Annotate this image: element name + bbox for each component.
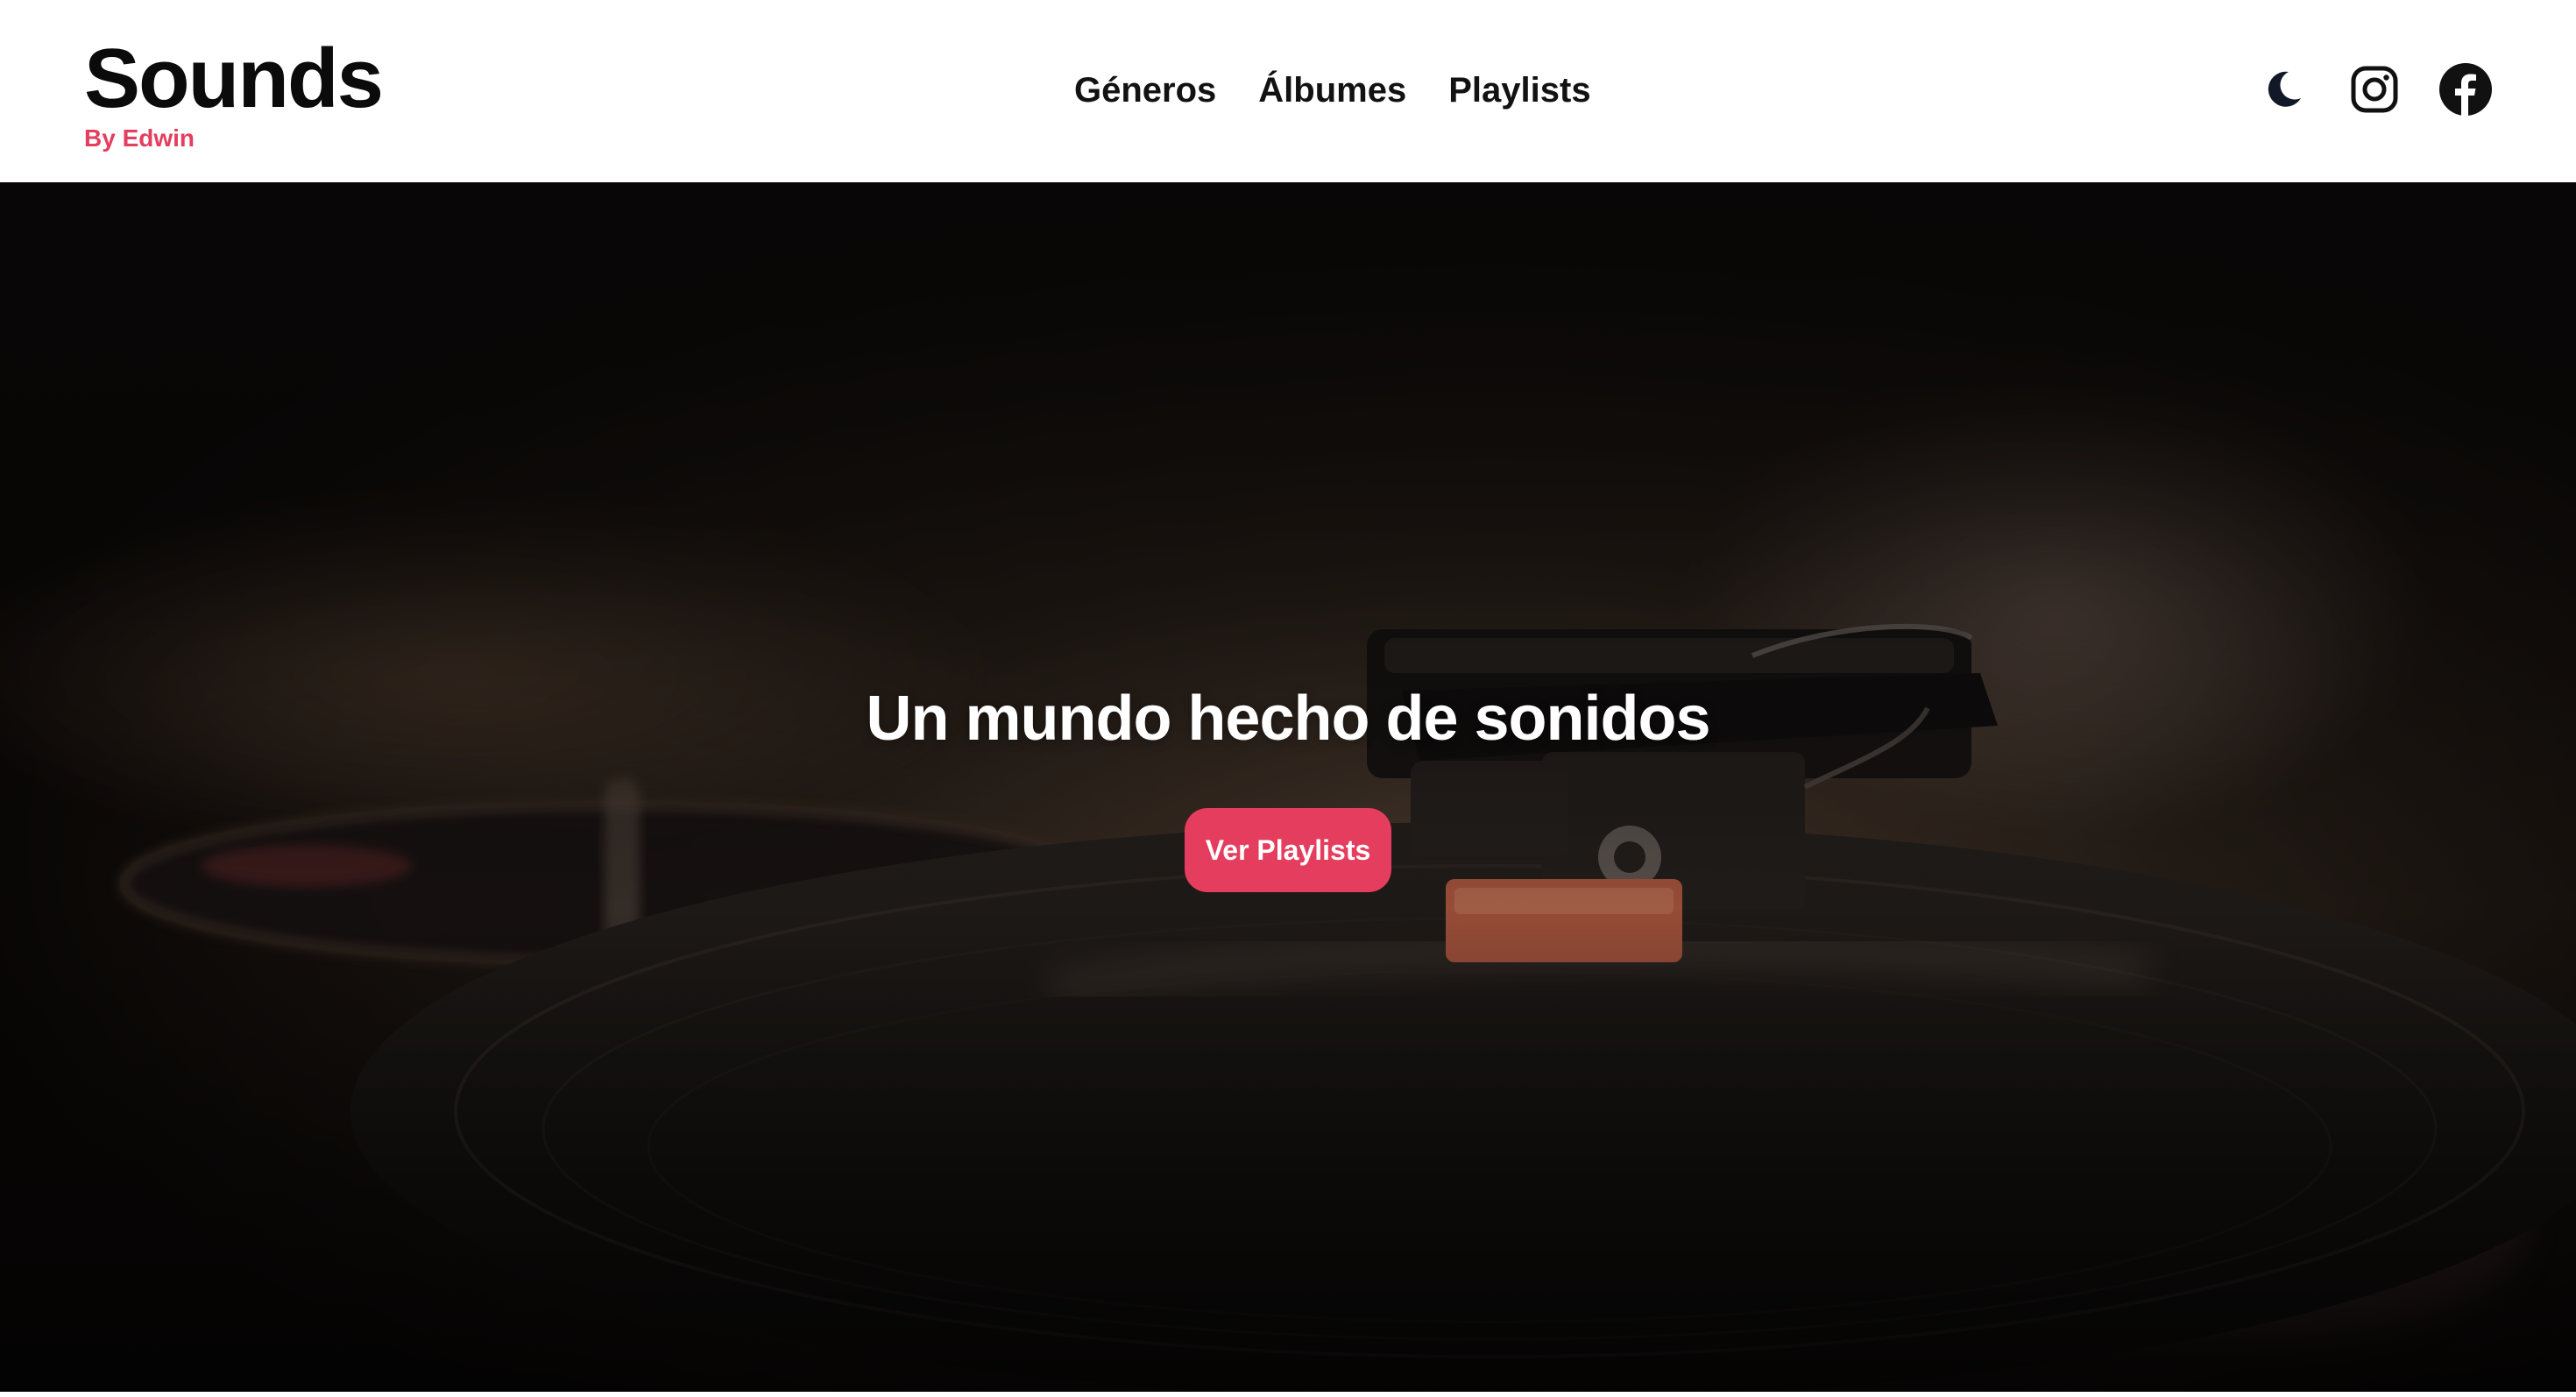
header-icons [2255,61,2494,117]
brand-subtitle: By Edwin [84,124,195,152]
nav-item-generos[interactable]: Géneros [1074,68,1216,112]
nav-item-albumes[interactable]: Álbumes [1258,68,1406,112]
moon-icon[interactable] [2255,61,2311,117]
brand-title[interactable]: Sounds [84,35,384,123]
facebook-icon[interactable] [2438,61,2494,117]
hero-title: Un mundo hecho de sonidos [866,684,1711,754]
hero-section: Un mundo hecho de sonidos Ver Playlists [0,182,2576,1392]
hero-content: Un mundo hecho de sonidos Ver Playlists [0,182,2576,1392]
view-playlists-button[interactable]: Ver Playlists [1184,808,1392,892]
nav-item-playlists[interactable]: Playlists [1448,68,1590,112]
main-nav: Géneros Álbumes Playlists [1074,68,1591,112]
brand: Sounds By Edwin [84,35,384,152]
page: Sounds By Edwin Géneros Álbumes Playlist… [0,0,2576,1397]
instagram-icon[interactable] [2346,61,2403,117]
site-header: Sounds By Edwin Géneros Álbumes Playlist… [0,0,2576,182]
